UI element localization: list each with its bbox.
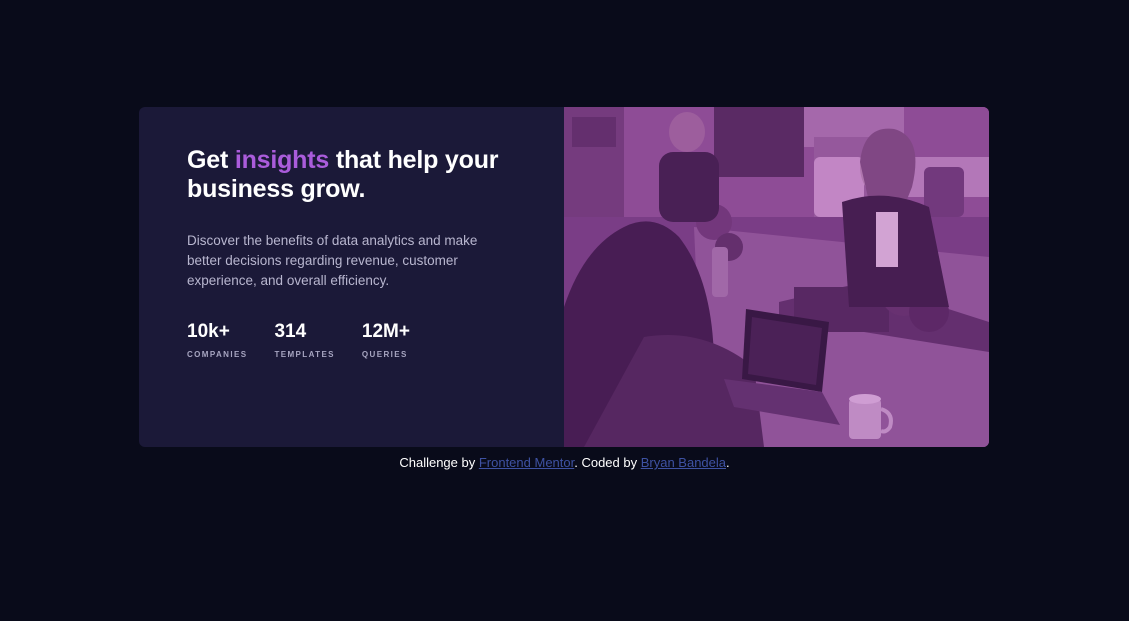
stats-row: 10k+ COMPANIES 314 TEMPLATES 12M+ QUERIE…	[187, 320, 437, 359]
stats-preview-card: Get insights that help your business gro…	[139, 107, 989, 447]
stat-value: 12M+	[361, 321, 410, 342]
attribution-prefix: Challenge by	[399, 455, 479, 470]
attribution-suffix: .	[726, 455, 730, 470]
card-description: Discover the benefits of data analytics …	[187, 233, 478, 288]
header-image	[564, 107, 989, 447]
attribution-footer: Challenge by Frontend Mentor. Coded by B…	[0, 455, 1129, 470]
card-headline: Get insights that help your business gro…	[187, 146, 517, 204]
stat-value: 10k+	[187, 321, 230, 342]
card-content: Get insights that help your business gro…	[139, 107, 564, 447]
attribution-middle: . Coded by	[574, 455, 641, 470]
headline-text-start: Get	[187, 146, 235, 174]
frontend-mentor-link[interactable]: Frontend Mentor	[479, 455, 574, 470]
headline-accent-word: insights	[234, 146, 330, 174]
office-photo-illustration	[564, 107, 989, 447]
stat-templates: 314 TEMPLATES	[274, 320, 334, 359]
author-link[interactable]: Bryan Bandela	[641, 455, 726, 470]
stat-queries: 12M+ QUERIES	[362, 320, 410, 359]
stat-label: COMPANIES	[187, 350, 248, 359]
stat-companies: 10k+ COMPANIES	[187, 320, 247, 359]
stat-value: 314	[274, 321, 307, 342]
stat-label: QUERIES	[361, 350, 408, 359]
stat-label: TEMPLATES	[274, 350, 335, 359]
